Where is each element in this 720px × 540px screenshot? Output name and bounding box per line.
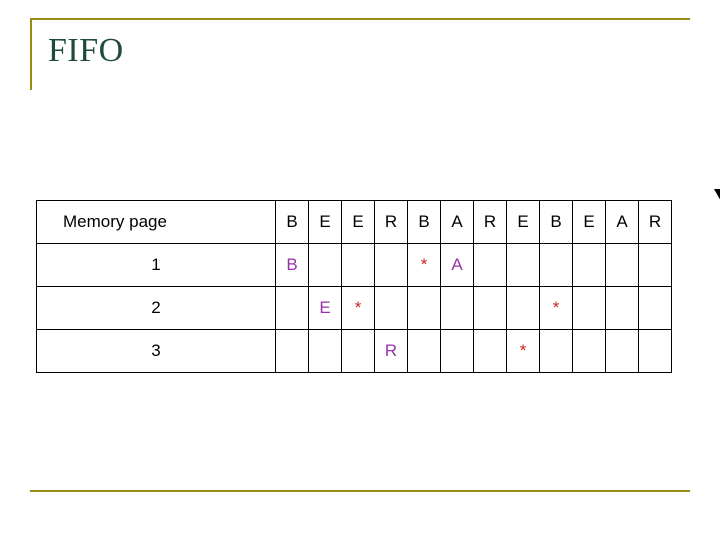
frame-label-1: 1	[36, 243, 276, 287]
frame-1-step-5: *	[407, 243, 441, 287]
reference-sequence-cell-12: R	[638, 200, 672, 244]
frame-label-3: 3	[36, 329, 276, 373]
reference-sequence-cell-1: B	[275, 200, 309, 244]
reference-sequence-cell-10: E	[572, 200, 606, 244]
frame-3-step-8: *	[506, 329, 540, 373]
fault-star-marker: *	[519, 341, 527, 360]
page-letter: R	[384, 341, 398, 360]
frame-2-step-2: E	[308, 286, 342, 330]
frame-2-step-1	[275, 286, 309, 330]
fifo-table-container: Memory page B E E R B A R E B E A R 1 B * A 2 E * * 3 R *	[36, 200, 672, 373]
frame-1-step-2	[308, 243, 342, 287]
fifo-table: Memory page B E E R B A R E B E A R 1 B * A 2 E * * 3 R *	[36, 200, 672, 373]
reference-sequence-cell-7: R	[473, 200, 507, 244]
frame-2-step-7	[473, 286, 507, 330]
frame-1-step-1: B	[275, 243, 309, 287]
page-letter: A	[451, 255, 463, 274]
page-title: FIFO	[48, 32, 124, 69]
frame-3-step-2	[308, 329, 342, 373]
reference-sequence-cell-6: A	[440, 200, 474, 244]
frame-1-step-7	[473, 243, 507, 287]
reference-sequence-cell-8: E	[506, 200, 540, 244]
frame-2-step-12	[638, 286, 672, 330]
frame-1-step-10	[572, 243, 606, 287]
table-row: 2 E * *	[36, 286, 672, 330]
top-accent-rule	[30, 18, 690, 20]
frame-2-step-5	[407, 286, 441, 330]
fault-star-marker: *	[552, 298, 560, 317]
frame-2-step-10	[572, 286, 606, 330]
frame-2-step-4	[374, 286, 408, 330]
table-header-row: Memory page B E E R B A R E B E A R	[36, 200, 672, 244]
frame-3-step-4: R	[374, 329, 408, 373]
frame-1-step-4	[374, 243, 408, 287]
reference-sequence-cell-4: R	[374, 200, 408, 244]
frame-3-step-6	[440, 329, 474, 373]
page-letter: B	[286, 255, 298, 274]
frame-2-step-8	[506, 286, 540, 330]
frame-1-step-3	[341, 243, 375, 287]
reference-sequence-cell-5: B	[407, 200, 441, 244]
frame-3-step-11	[605, 329, 639, 373]
reference-sequence-cell-9: B	[539, 200, 573, 244]
frame-3-step-3	[341, 329, 375, 373]
left-accent-rule	[30, 18, 32, 90]
frame-1-step-8	[506, 243, 540, 287]
frame-3-step-5	[407, 329, 441, 373]
frame-3-step-7	[473, 329, 507, 373]
memory-page-header: Memory page	[36, 200, 276, 244]
table-row: 1 B * A	[36, 243, 672, 287]
frame-1-step-11	[605, 243, 639, 287]
frame-2-step-9: *	[539, 286, 573, 330]
frame-2-step-11	[605, 286, 639, 330]
fault-star-marker: *	[420, 255, 428, 274]
table-row: 3 R *	[36, 329, 672, 373]
reference-sequence-cell-2: E	[308, 200, 342, 244]
reference-sequence-cell-11: A	[605, 200, 639, 244]
down-arrow-icon	[711, 165, 720, 205]
bottom-accent-rule	[30, 490, 690, 492]
frame-3-step-12	[638, 329, 672, 373]
frame-3-step-1	[275, 329, 309, 373]
frame-1-step-9	[539, 243, 573, 287]
reference-sequence-cell-3: E	[341, 200, 375, 244]
frame-3-step-9	[539, 329, 573, 373]
frame-2-step-6	[440, 286, 474, 330]
frame-3-step-10	[572, 329, 606, 373]
frame-label-2: 2	[36, 286, 276, 330]
page-letter: E	[319, 298, 331, 317]
frame-2-step-3: *	[341, 286, 375, 330]
fault-star-marker: *	[354, 298, 362, 317]
frame-1-step-12	[638, 243, 672, 287]
frame-1-step-6: A	[440, 243, 474, 287]
